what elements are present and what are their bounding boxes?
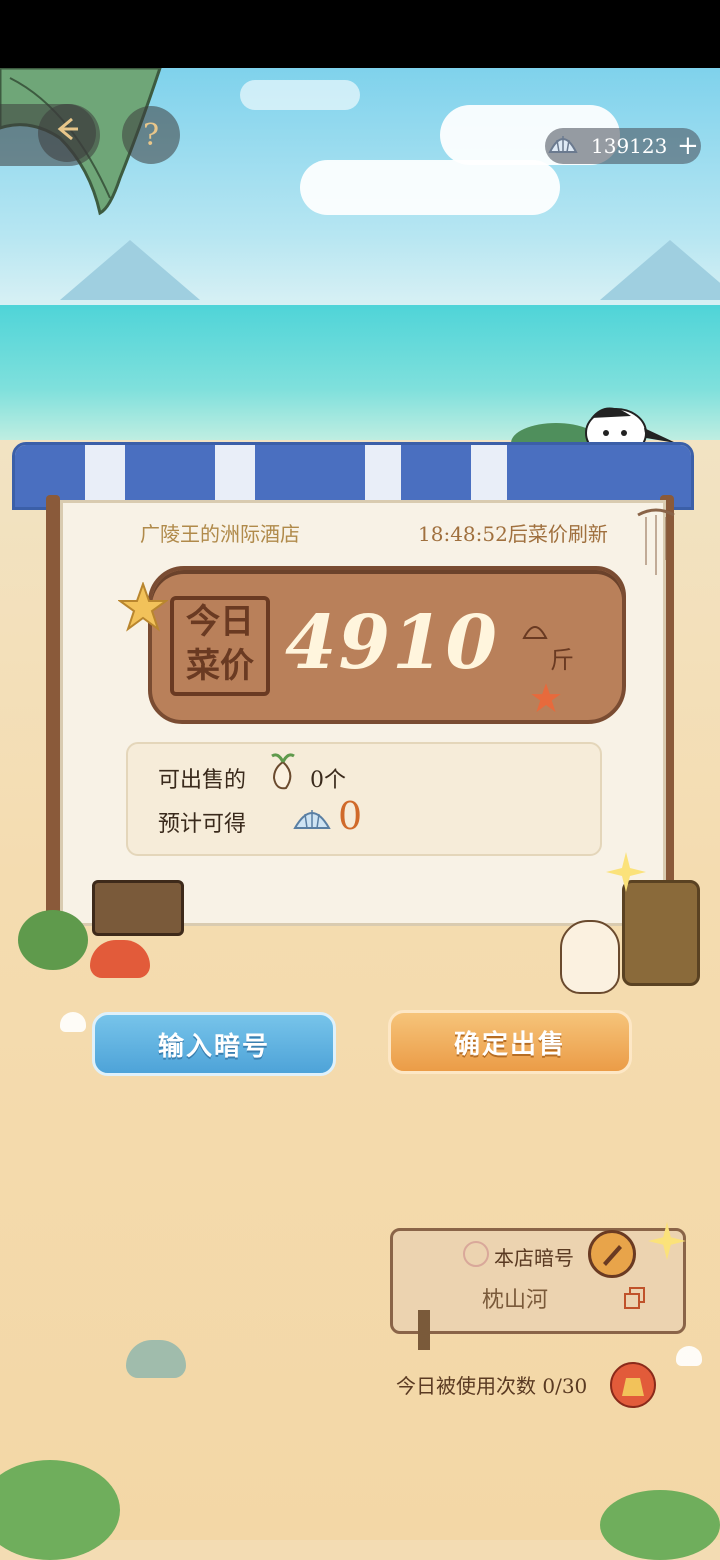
shell-decoration bbox=[676, 1346, 702, 1366]
wind-chime-decoration bbox=[636, 505, 676, 585]
copy-code-button[interactable] bbox=[622, 1286, 648, 1316]
today-price-stamp: 今日 菜价 bbox=[170, 596, 270, 696]
expected-label: 预计可得 bbox=[158, 812, 247, 837]
code-usage-count: 今日被使用次数 0/30 bbox=[396, 1374, 588, 1398]
shell-currency-icon bbox=[547, 130, 579, 163]
status-bar bbox=[0, 0, 720, 68]
starfish-icon bbox=[116, 580, 170, 636]
small-crab-icon bbox=[126, 1340, 186, 1378]
bush-decoration bbox=[600, 1490, 720, 1560]
shell-currency-icon bbox=[292, 802, 332, 838]
shop-code-title: 本店暗号 bbox=[494, 1246, 574, 1270]
stamp-line1: 今日 bbox=[186, 602, 254, 642]
help-label: ? bbox=[142, 117, 160, 153]
mountain bbox=[60, 240, 200, 300]
back-arrow-icon bbox=[52, 114, 82, 152]
sparkle-icon bbox=[606, 852, 646, 896]
price-unit: 斤 bbox=[550, 646, 574, 674]
shell-decoration bbox=[60, 1012, 86, 1032]
shop-code-value: 枕山河 bbox=[482, 1288, 549, 1313]
help-button[interactable]: ? bbox=[122, 106, 180, 164]
pen-icon bbox=[591, 1245, 633, 1279]
cloud bbox=[240, 80, 360, 110]
add-currency-button[interactable]: + bbox=[677, 131, 699, 161]
expected-value: 0 bbox=[338, 794, 363, 838]
sellable-count: 0个 bbox=[310, 768, 346, 793]
cloud bbox=[300, 160, 560, 215]
sign-post bbox=[418, 1310, 430, 1350]
leaf-decoration bbox=[18, 910, 88, 970]
back-button[interactable] bbox=[38, 104, 96, 162]
refresh-notice: 18:48:52后菜价刷新 bbox=[418, 522, 608, 546]
reward-bag-button[interactable] bbox=[610, 1362, 656, 1408]
board-post-left bbox=[46, 495, 60, 935]
enter-code-button[interactable]: 输入暗号 bbox=[92, 1012, 336, 1076]
sparkle-icon bbox=[648, 1222, 686, 1264]
mountain bbox=[600, 240, 720, 300]
abacus-icon bbox=[92, 880, 184, 936]
red-starfish-icon bbox=[530, 682, 562, 718]
currency-value: 139123 bbox=[591, 134, 668, 158]
code-badge-icon bbox=[462, 1240, 490, 1272]
sellable-label: 可出售的 bbox=[158, 768, 247, 793]
sell-info-panel bbox=[126, 742, 602, 856]
radish-item-icon bbox=[268, 752, 298, 796]
today-price-value: 4910 bbox=[285, 600, 499, 686]
copy-icon bbox=[622, 1287, 648, 1316]
shell-price-icon bbox=[522, 620, 548, 646]
radish-mascot-icon bbox=[560, 920, 620, 994]
confirm-sell-button[interactable]: 确定出售 bbox=[388, 1010, 632, 1074]
money-bag-icon bbox=[612, 1378, 654, 1410]
currency-display: 139123 + bbox=[545, 128, 701, 164]
edit-code-button[interactable] bbox=[588, 1230, 636, 1278]
shop-name: 广陵王的洲际酒店 bbox=[140, 522, 300, 546]
crab-icon bbox=[90, 940, 150, 978]
stamp-line2: 菜价 bbox=[186, 646, 254, 686]
